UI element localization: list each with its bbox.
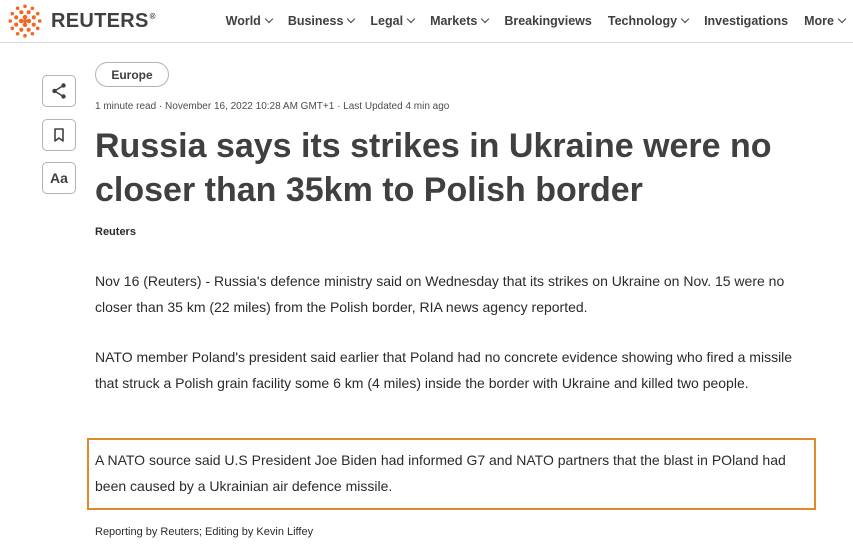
article-credits: Reporting by Reuters; Editing by Kevin L… xyxy=(95,526,314,538)
nav-item-world[interactable]: World xyxy=(226,14,274,28)
chevron-down-icon xyxy=(264,14,274,24)
highlighted-paragraph: A NATO source said U.S President Joe Bid… xyxy=(95,452,786,494)
top-navigation-bar: REUTERS® World Business Legal Markets Br… xyxy=(0,0,853,42)
article-paragraph: NATO member Poland's president said earl… xyxy=(95,349,793,391)
nav-item-breakingviews[interactable]: Breakingviews xyxy=(504,14,592,28)
nav-item-investigations[interactable]: Investigations xyxy=(704,14,788,28)
bookmark-icon xyxy=(54,128,64,142)
reuters-logo[interactable]: REUTERS® xyxy=(6,3,156,39)
text-size-button[interactable]: Aa xyxy=(42,162,76,194)
nav-item-more[interactable]: More xyxy=(804,14,847,28)
chevron-down-icon xyxy=(837,14,847,24)
article-paragraph: Nov 16 (Reuters) - Russia's defence mini… xyxy=(95,273,785,315)
main-nav: World Business Legal Markets Breakingvie… xyxy=(226,0,847,42)
article-meta: 1 minute read · November 16, 2022 10:28 … xyxy=(95,101,450,112)
share-button[interactable] xyxy=(42,75,76,107)
chevron-down-icon xyxy=(481,14,490,24)
nav-item-legal[interactable]: Legal xyxy=(370,14,416,28)
chevron-down-icon xyxy=(347,14,356,24)
chevron-down-icon xyxy=(680,14,690,24)
article-headline: Russia says its strikes in Ukraine were … xyxy=(95,127,772,209)
nav-item-business[interactable]: Business xyxy=(288,14,356,28)
nav-item-markets[interactable]: Markets xyxy=(430,14,490,28)
header-divider xyxy=(0,42,853,43)
section-tag[interactable]: Europe xyxy=(95,62,169,87)
chevron-down-icon xyxy=(406,14,416,24)
byline[interactable]: Reuters xyxy=(95,226,136,238)
share-icon xyxy=(52,83,66,99)
reuters-logo-mark-icon xyxy=(8,4,42,38)
text-size-icon: Aa xyxy=(50,170,68,186)
bookmark-button[interactable] xyxy=(42,119,76,151)
nav-item-technology[interactable]: Technology xyxy=(608,14,690,28)
brand-name: REUTERS® xyxy=(51,9,156,32)
